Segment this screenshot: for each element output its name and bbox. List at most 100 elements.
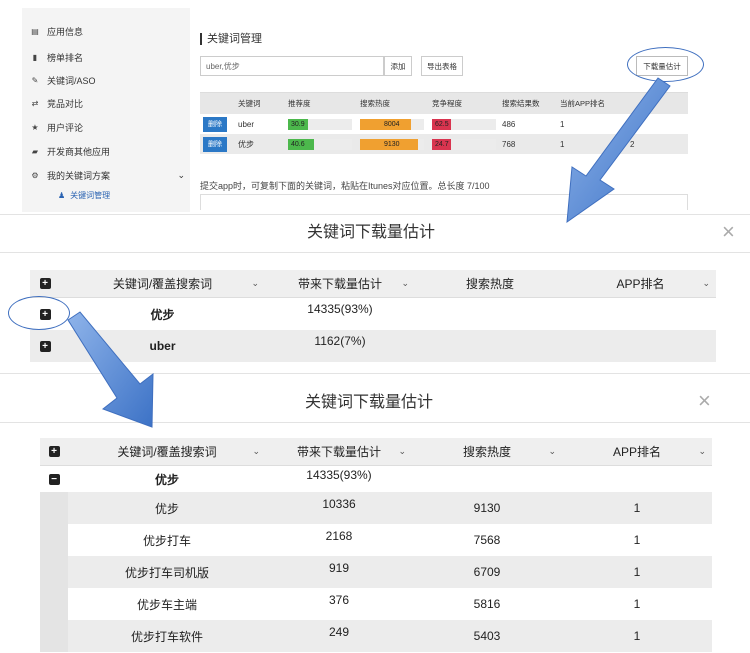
group-row: − 优步 14335(93%) <box>40 466 712 492</box>
rank-cell: 1 <box>633 501 641 515</box>
dialog-title: 关键词下载量估计 <box>307 224 436 241</box>
col-results[interactable]: 搜索结果数 <box>502 98 560 109</box>
page-title: 关键词管理 <box>200 33 262 45</box>
expand-all-toggle[interactable]: + <box>30 270 60 297</box>
col-keyword[interactable]: 关键词 <box>238 98 288 109</box>
keyword-cell: 优步 <box>154 501 179 516</box>
keyword-cell: 优步 <box>238 139 254 149</box>
heat-bar: 8004 <box>360 118 424 130</box>
col-label: APP排名 <box>612 445 661 459</box>
row-toggle[interactable]: − <box>40 466 68 492</box>
table-row: 删除 优步 40.6 9130 24.7 768 1 2 <box>200 134 688 154</box>
table-header: + 关键词/覆盖搜索词 ⌄ 带来下载量估计 ⌄ 搜索热度 ⌄ APP排名 ⌄ <box>40 438 712 466</box>
row-toggle[interactable]: + <box>30 330 60 362</box>
close-icon[interactable]: × <box>698 390 711 412</box>
heat-value: 8004 <box>384 120 400 128</box>
rank-cell: 1 <box>633 597 641 611</box>
heat-cell: 5403 <box>473 629 501 643</box>
col-downloads[interactable]: 带来下载量估计 ⌄ <box>265 270 415 297</box>
heat-bar: 9130 <box>360 138 424 150</box>
dialog-title: 关键词下载量估计 <box>305 394 434 411</box>
keyword-length-hint: 提交app时，可复制下面的关键词，粘贴在Itunes对应位置。总长度 7/100 <box>200 181 490 191</box>
estimate-table: + 关键词/覆盖搜索词 ⌄ 带来下载量估计 ⌄ 搜索热度 APP排名 ⌄ + 优步 1… <box>30 270 716 362</box>
heat-cell <box>412 466 562 492</box>
col-keyword[interactable]: 关键词/覆盖搜索词 ⌄ <box>68 438 266 465</box>
col-label: 带来下载量估计 <box>296 445 381 459</box>
sidebar-item-keywords-aso[interactable]: ✎ 关键词/ASO <box>30 69 96 91</box>
competition-bar: 62.5 <box>432 118 496 130</box>
sidebar-item-rankings[interactable]: ▮ 榜单排名 <box>30 46 83 68</box>
plus-icon: + <box>39 278 51 289</box>
heat-value: 9130 <box>384 140 400 148</box>
heat-cell <box>415 298 565 330</box>
col-recommend[interactable]: 推荐度 <box>288 98 360 109</box>
table-row: 删除 uber 30.9 8004 62.5 486 1 <box>200 114 688 134</box>
heat-cell: 9130 <box>473 501 501 515</box>
table-row: + 优步 14335(93%) <box>30 298 716 330</box>
sidebar-item-reviews[interactable]: ★ 用户评论 <box>30 116 83 138</box>
downloads-cell: 376 <box>328 593 350 607</box>
sidebar-item-keyword-plans[interactable]: ⚙ 我的关键词方案 ⌄ <box>30 164 185 186</box>
chevron-down-icon: ⌄ <box>702 278 710 288</box>
downloads-cell: 249 <box>328 625 350 639</box>
col-rank[interactable]: APP排名 ⌄ <box>562 438 712 465</box>
sidebar-item-label: 开发商其他应用 <box>47 146 111 157</box>
col-keyword[interactable]: 关键词/覆盖搜索词 ⌄ <box>60 270 265 297</box>
close-icon[interactable]: × <box>722 221 735 243</box>
sidebar-item-developer-apps[interactable]: ▰ 开发商其他应用 <box>30 140 110 162</box>
chevron-down-icon: ⌄ <box>401 278 409 288</box>
indent-cell <box>40 524 68 556</box>
plus-icon: + <box>48 446 60 457</box>
col-competition[interactable]: 竞争程度 <box>432 98 502 109</box>
divider <box>0 252 750 253</box>
sidebar-item-compare[interactable]: ⇄ 竞品对比 <box>30 92 83 114</box>
col-rank[interactable]: APP排名 ⌄ <box>565 270 716 297</box>
sidebar-item-app-info[interactable]: ▤ 应用信息 <box>30 20 83 42</box>
table-row: 优步打车软件 249 5403 1 <box>40 620 712 652</box>
indent-cell <box>40 556 68 588</box>
extra-cell: 2 <box>630 139 635 149</box>
keyword-input[interactable]: uber,优步 <box>200 56 384 76</box>
plus-icon: + <box>39 340 51 352</box>
rank-cell <box>565 298 716 330</box>
recommend-bar: 30.9 <box>288 118 352 130</box>
gear-icon: ⚙ <box>31 170 39 180</box>
downloads-cell: 1162(7%) <box>314 334 366 348</box>
rank-cell: 1 <box>633 565 641 579</box>
sidebar-subitem-label: 关键词管理 <box>70 191 111 200</box>
col-heat[interactable]: 搜索热度 <box>415 270 565 297</box>
downloads-cell: 10336 <box>322 497 356 511</box>
col-label: 关键词/覆盖搜索词 <box>112 277 213 291</box>
table-row: 优步打车司机版 919 6709 1 <box>40 556 712 588</box>
sidebar-subitem-keyword-manager[interactable]: ♟ 关键词管理 <box>58 190 110 201</box>
recommend-bar: 40.6 <box>288 138 352 150</box>
col-downloads[interactable]: 带来下载量估计 ⌄ <box>266 438 412 465</box>
delete-button[interactable]: 删除 <box>203 136 227 152</box>
col-heat[interactable]: 搜索热度 <box>360 98 432 109</box>
sidebar-item-label: 用户评论 <box>47 122 84 133</box>
heat-cell: 7568 <box>473 533 501 547</box>
table-header: + 关键词/覆盖搜索词 ⌄ 带来下载量估计 ⌄ 搜索热度 APP排名 ⌄ <box>30 270 716 298</box>
col-heat[interactable]: 搜索热度 ⌄ <box>412 438 562 465</box>
sidebar-item-label: 竞品对比 <box>47 98 84 109</box>
keyword-copy-field[interactable] <box>200 194 688 210</box>
compare-icon: ⇄ <box>31 98 39 108</box>
delete-button[interactable]: 删除 <box>203 116 227 132</box>
downloads-cell: 14335(93%) <box>307 302 373 316</box>
chevron-down-icon: ⌄ <box>698 446 706 456</box>
export-button[interactable]: 导出表格 <box>421 56 463 76</box>
highlight-ellipse <box>627 47 704 82</box>
keyword-cell: 优步 <box>150 307 175 322</box>
keyword-cell: 优步 <box>154 472 179 487</box>
user-icon: ♟ <box>58 191 66 200</box>
keyword-cell: uber <box>149 339 176 353</box>
col-rank[interactable]: 当前APP排名 <box>560 98 630 109</box>
rank-cell <box>565 330 716 362</box>
expand-all-toggle[interactable]: + <box>40 438 68 465</box>
table-row: 优步车主端 376 5816 1 <box>40 588 712 620</box>
edit-icon: ✎ <box>31 75 39 85</box>
rank-cell <box>562 466 712 492</box>
indent-cell <box>40 620 68 652</box>
add-button[interactable]: 添加 <box>384 56 412 76</box>
rank-cell: 1 <box>560 119 565 129</box>
